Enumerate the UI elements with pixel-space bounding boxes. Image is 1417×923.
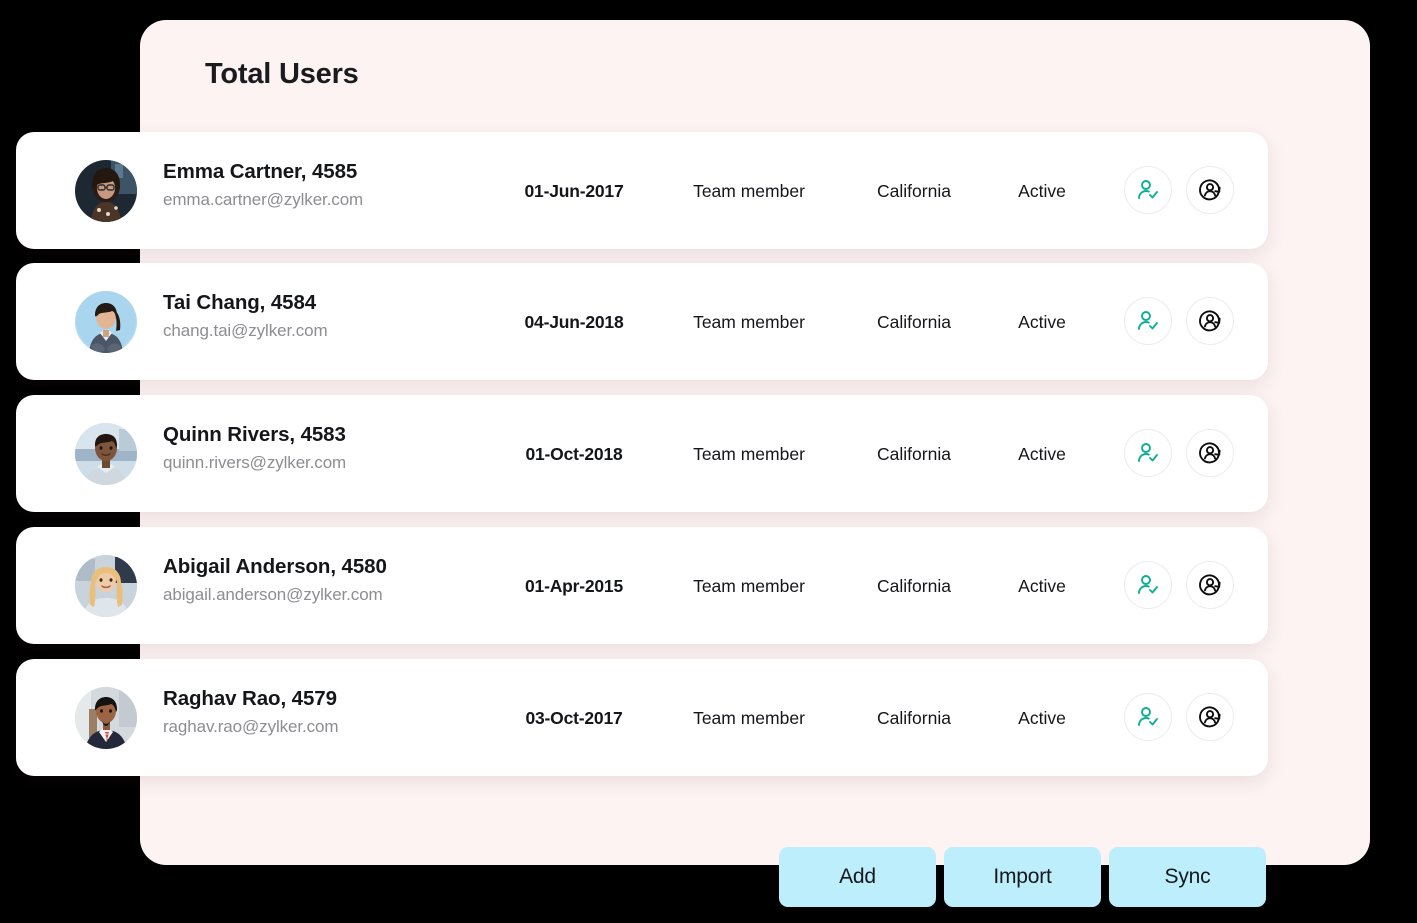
user-identity: Quinn Rivers, 4583 quinn.rivers@zylker.c…: [163, 422, 503, 475]
user-check-icon: [1138, 707, 1158, 726]
row-actions: [1124, 429, 1234, 477]
user-join-date: 03-Oct-2017: [525, 708, 623, 728]
user-sync-icon: [1199, 442, 1221, 464]
user-join-date: 01-Oct-2018: [525, 444, 623, 464]
table-row[interactable]: Abigail Anderson, 4580 abigail.anderson@…: [16, 527, 1268, 644]
user-join-date: 01-Jun-2017: [524, 181, 624, 201]
user-check-icon: [1138, 575, 1158, 594]
user-identity: Raghav Rao, 4579 raghav.rao@zylker.com: [163, 686, 503, 739]
approve-user-button[interactable]: [1124, 166, 1172, 214]
table-row[interactable]: Raghav Rao, 4579 raghav.rao@zylker.com 0…: [16, 659, 1268, 776]
reassign-user-button[interactable]: [1186, 429, 1234, 477]
user-status: Active: [1018, 576, 1066, 596]
user-name: Emma Cartner, 4585: [163, 160, 358, 183]
user-email: abigail.anderson@zylker.com: [163, 585, 383, 604]
avatar: [75, 687, 137, 749]
app-root: Total Users Emma Cartner, 4585 emma.cart…: [0, 0, 1417, 923]
user-email: chang.tai@zylker.com: [163, 321, 328, 340]
user-name: Raghav Rao, 4579: [163, 687, 337, 710]
approve-user-button[interactable]: [1124, 429, 1172, 477]
user-check-icon: [1138, 180, 1158, 199]
import-button[interactable]: Import: [944, 847, 1101, 907]
user-name: Abigail Anderson, 4580: [163, 555, 387, 578]
row-actions: [1124, 166, 1234, 214]
user-check-icon: [1138, 443, 1158, 462]
user-email: emma.cartner@zylker.com: [163, 190, 364, 209]
user-location: California: [877, 444, 951, 464]
approve-user-button[interactable]: [1124, 297, 1172, 345]
user-name: Tai Chang, 4584: [163, 291, 317, 314]
add-button[interactable]: Add: [779, 847, 936, 907]
table-row[interactable]: Tai Chang, 4584 chang.tai@zylker.com 04-…: [16, 263, 1268, 380]
row-actions: [1124, 561, 1234, 609]
user-identity: Tai Chang, 4584 chang.tai@zylker.com: [163, 290, 503, 343]
approve-user-button[interactable]: [1124, 561, 1172, 609]
user-location: California: [877, 312, 951, 332]
user-join-date: 01-Apr-2015: [525, 576, 623, 596]
user-check-icon: [1138, 311, 1158, 330]
user-join-date: 04-Jun-2018: [524, 312, 624, 332]
reassign-user-button[interactable]: [1186, 561, 1234, 609]
user-role: Team member: [693, 708, 805, 728]
user-role: Team member: [693, 444, 805, 464]
user-sync-icon: [1199, 706, 1221, 728]
reassign-user-button[interactable]: [1186, 297, 1234, 345]
user-email: raghav.rao@zylker.com: [163, 717, 339, 736]
user-status: Active: [1018, 181, 1066, 201]
sync-button[interactable]: Sync: [1109, 847, 1266, 907]
table-row[interactable]: Emma Cartner, 4585 emma.cartner@zylker.c…: [16, 132, 1268, 249]
user-role: Team member: [693, 576, 805, 596]
avatar: [75, 423, 137, 485]
user-location: California: [877, 576, 951, 596]
reassign-user-button[interactable]: [1186, 166, 1234, 214]
user-status: Active: [1018, 708, 1066, 728]
approve-user-button[interactable]: [1124, 693, 1172, 741]
user-status: Active: [1018, 312, 1066, 332]
page-title: Total Users: [205, 58, 359, 90]
table-row[interactable]: Quinn Rivers, 4583 quinn.rivers@zylker.c…: [16, 395, 1268, 512]
user-role: Team member: [693, 312, 805, 332]
reassign-user-button[interactable]: [1186, 693, 1234, 741]
user-identity: Abigail Anderson, 4580 abigail.anderson@…: [163, 554, 503, 607]
user-sync-icon: [1199, 574, 1221, 596]
footer-action-bar: Add Import Sync: [779, 847, 1266, 907]
user-sync-icon: [1199, 310, 1221, 332]
user-location: California: [877, 181, 951, 201]
user-name: Quinn Rivers, 4583: [163, 423, 346, 446]
user-status: Active: [1018, 444, 1066, 464]
avatar: [75, 160, 137, 222]
user-identity: Emma Cartner, 4585 emma.cartner@zylker.c…: [163, 159, 503, 212]
row-actions: [1124, 297, 1234, 345]
user-role: Team member: [693, 181, 805, 201]
user-email: quinn.rivers@zylker.com: [163, 453, 347, 472]
user-location: California: [877, 708, 951, 728]
avatar: [75, 291, 137, 353]
user-sync-icon: [1199, 179, 1221, 201]
row-actions: [1124, 693, 1234, 741]
avatar: [75, 555, 137, 617]
